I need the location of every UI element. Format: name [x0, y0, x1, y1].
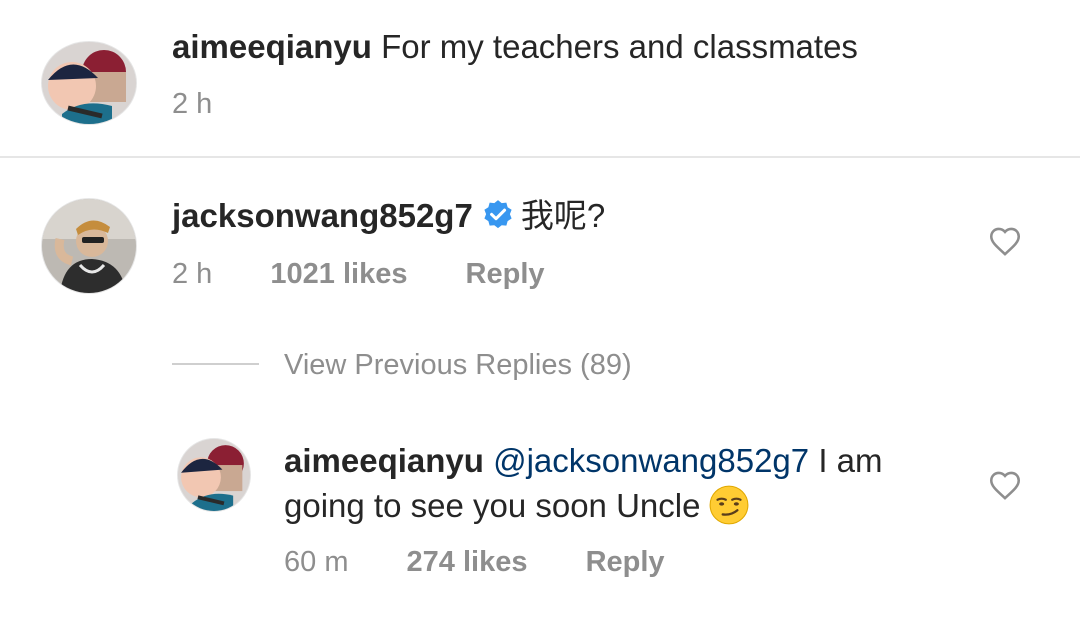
reply-1-text-part1: I am — [818, 442, 883, 479]
comment-2-text-line: jacksonwang852g7 我呢? — [172, 196, 605, 236]
comment-2-time: 2 h — [172, 258, 213, 290]
heart-outline-icon[interactable] — [988, 225, 1022, 257]
view-previous-replies-button[interactable]: View Previous Replies (89) — [284, 348, 632, 382]
avatar-jacksonwang852g7[interactable] — [42, 199, 136, 293]
avatar-image — [42, 199, 136, 293]
comment-2-username[interactable]: jacksonwang852g7 — [172, 197, 473, 234]
reply-1-username[interactable]: aimeeqianyu — [284, 442, 484, 479]
divider — [0, 156, 1080, 158]
avatar-image — [178, 439, 250, 511]
comment-2-meta: 2 h 1021 likes Reply — [172, 257, 545, 291]
reply-1-mention[interactable]: @jacksonwang852g7 — [493, 442, 809, 479]
comment-1-time: 2 h — [172, 88, 213, 120]
comment-2-text: 我呢? — [520, 197, 606, 234]
reply-1-meta: 60 m 274 likes Reply — [284, 545, 665, 579]
comment-2-likes[interactable]: 1021 likes — [270, 258, 407, 290]
heart-outline-icon[interactable] — [988, 469, 1022, 501]
verified-badge-icon — [484, 200, 512, 229]
avatar-image — [42, 42, 136, 124]
comment-1-text: For my teachers and classmates — [381, 28, 858, 65]
reply-1-likes[interactable]: 274 likes — [407, 546, 528, 578]
comment-1-username[interactable]: aimeeqianyu — [172, 28, 372, 65]
reply-1-text-line-2: going to see you soon Uncle — [284, 484, 750, 526]
avatar-aimeeqianyu-reply[interactable] — [178, 439, 250, 511]
reply-1-reply-button[interactable]: Reply — [586, 546, 665, 578]
reply-1-text-line-1: aimeeqianyu @jacksonwang852g7 I am — [284, 441, 883, 481]
reply-1-time: 60 m — [284, 546, 349, 578]
comment-1-text-line: aimeeqianyu For my teachers and classmat… — [172, 27, 858, 67]
comment-2-reply-button[interactable]: Reply — [466, 258, 545, 290]
smirking-face-emoji-icon — [710, 485, 749, 525]
replies-indent-line — [172, 363, 259, 365]
comment-1-meta: 2 h — [172, 87, 212, 121]
reply-1-text-part2: going to see you soon Uncle — [284, 487, 701, 524]
avatar-aimeeqianyu[interactable] — [42, 42, 136, 124]
